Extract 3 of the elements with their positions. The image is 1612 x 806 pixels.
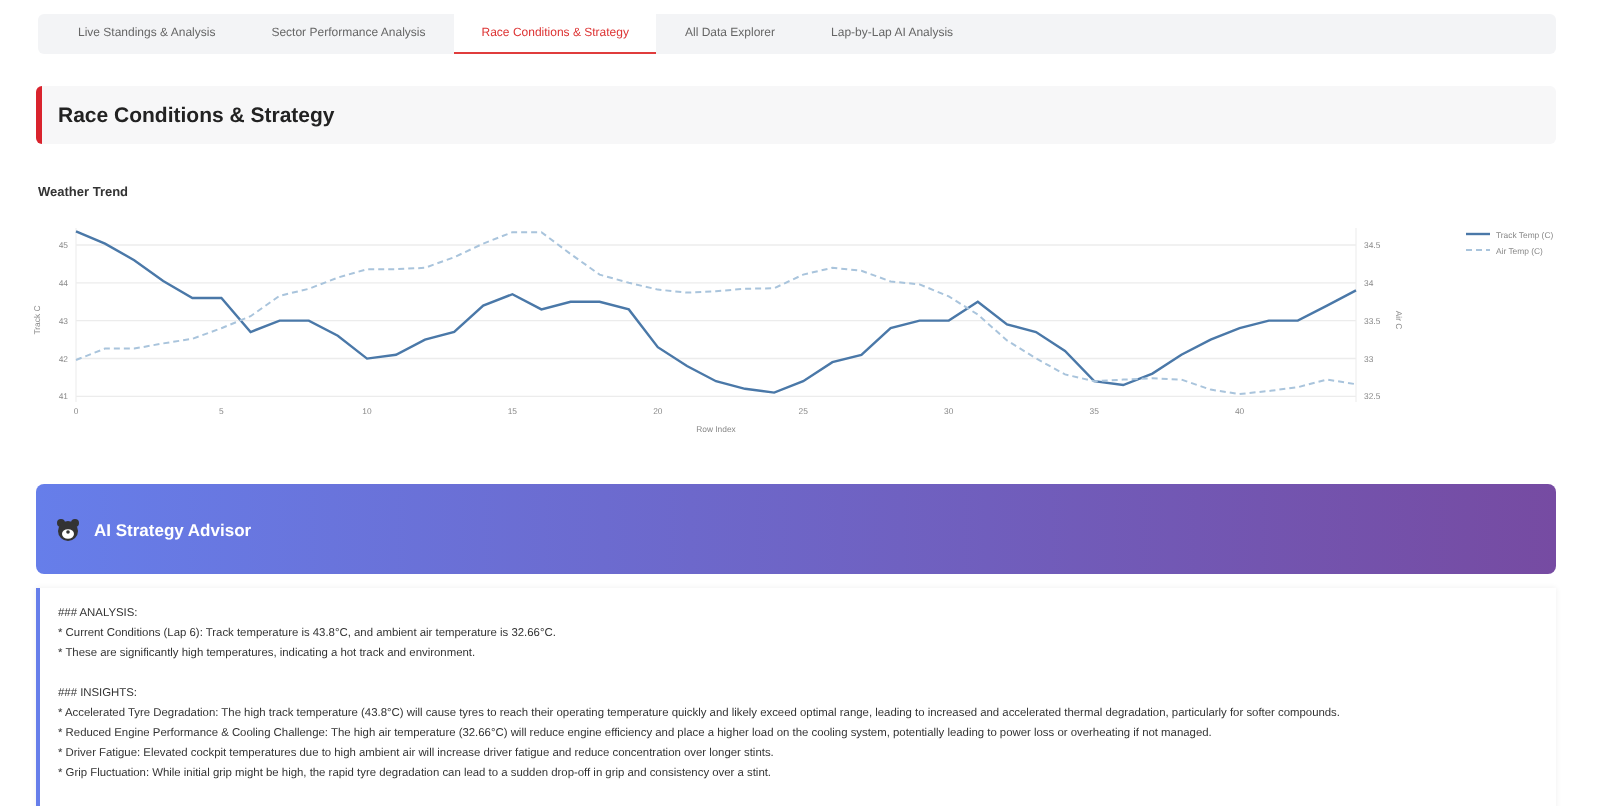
section-title: Race Conditions & Strategy: [58, 103, 335, 127]
advisor-title: AI Strategy Advisor: [94, 519, 252, 539]
bear-icon: [56, 517, 80, 541]
